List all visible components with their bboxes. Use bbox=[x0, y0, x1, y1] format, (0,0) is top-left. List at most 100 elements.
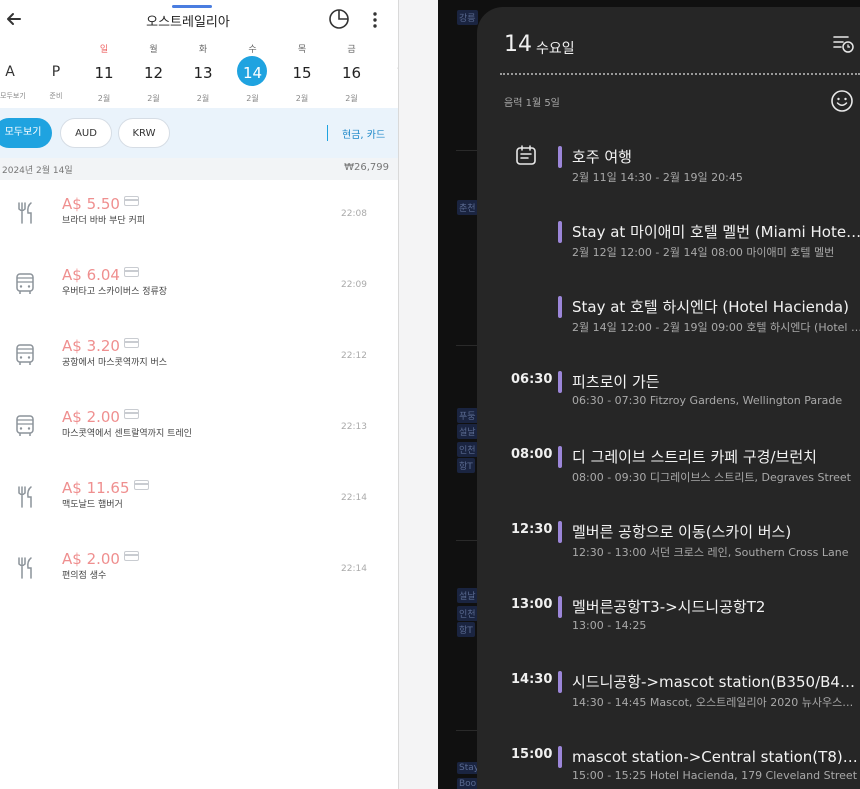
fork-knife-icon bbox=[18, 486, 32, 508]
event-time: 12:30 bbox=[511, 522, 553, 537]
event-item[interactable]: 14:30 시드니공항->mascot station(B350/B400) 14:… bbox=[477, 667, 860, 727]
expense-row[interactable]: A$ 6.04 우버타고 스카이버스 정류장 22:09 bbox=[0, 251, 398, 322]
weekday-label: 화 bbox=[198, 45, 208, 55]
day-12[interactable]: 월 12 2월 bbox=[134, 44, 174, 104]
credit-card-icon bbox=[123, 338, 139, 348]
event-subtitle: 2월 12일 12:00 - 2월 14일 08:00 마이애미 호텔 멜번 bbox=[572, 246, 835, 259]
smile-icon[interactable] bbox=[830, 89, 854, 113]
summary-total: ₩26,799 bbox=[344, 162, 389, 173]
event-item[interactable]: 13:00 멜버른공항T3->시드니공항T2 13:00 - 14:25 bbox=[477, 592, 860, 652]
bus-icon bbox=[16, 415, 34, 436]
event-title: Stay at 마이애미 호텔 멜번 (Miami Hotel Melbourn… bbox=[572, 223, 860, 241]
day-number: 13 bbox=[193, 64, 213, 82]
list-clock-icon[interactable] bbox=[832, 32, 854, 54]
event-item[interactable]: Stay at 마이애미 호텔 멜번 (Miami Hotel Melbourn… bbox=[477, 217, 860, 277]
top-bar: 오스트레일리아 bbox=[0, 8, 398, 34]
event-title: 디 그레이브 스트리트 카페 구경/브런치 bbox=[572, 448, 817, 466]
pie-chart-icon[interactable] bbox=[328, 8, 350, 30]
filter-all-chip[interactable]: 모두보기 bbox=[0, 118, 52, 148]
event-color-bar bbox=[558, 221, 562, 243]
payment-filter[interactable]: 현금, 카드 bbox=[342, 126, 385, 141]
event-color-bar bbox=[558, 446, 562, 468]
expense-amount: A$ 2.00 bbox=[62, 550, 139, 568]
event-item[interactable]: 08:00 디 그레이브 스트리트 카페 구경/브런치 08:00 - 09:30 … bbox=[477, 442, 860, 502]
weekday-label: 일 bbox=[99, 45, 109, 55]
day-16[interactable]: 금 16 2월 bbox=[332, 44, 372, 104]
month-label: 2월 bbox=[295, 94, 309, 103]
event-title: 피츠로이 가든 bbox=[572, 373, 660, 391]
day-14[interactable]: 수 14 2월 bbox=[233, 44, 273, 104]
weekday-label: 금 bbox=[347, 45, 356, 55]
more-vertical-icon[interactable] bbox=[368, 10, 382, 30]
day-1[interactable]: 12 bbox=[381, 44, 398, 102]
event-title: 시드니공항->mascot station(B350/B400) bbox=[572, 673, 860, 691]
amount-text: A$ 11.65 bbox=[62, 479, 130, 497]
day-11[interactable]: 일 11 2월 bbox=[84, 44, 124, 104]
daily-summary: 2024년 2월 14일 ₩26,799 bbox=[0, 158, 398, 180]
mini-day-sub: 준비 bbox=[49, 92, 63, 100]
screen-root: 오스트레일리아 A 모두보기 P 준비 일 11 2월 월 12 2월 화 13 2월 수 14 2월… bbox=[0, 0, 860, 789]
day-number: 1 bbox=[381, 59, 398, 87]
fork-knife-icon bbox=[18, 202, 32, 224]
calendar-icon bbox=[516, 145, 536, 165]
expense-amount: A$ 2.00 bbox=[62, 408, 139, 426]
expense-row[interactable]: A$ 3.20 공항에서 마스콧역까지 버스 22:12 bbox=[0, 322, 398, 393]
expense-description: 브라더 바바 부단 커피 bbox=[62, 216, 146, 226]
event-color-bar bbox=[558, 671, 562, 693]
event-item[interactable]: 15:00 mascot station->Central station(T8)… bbox=[477, 742, 860, 789]
amount-text: A$ 3.20 bbox=[62, 337, 120, 355]
filter-aud-chip[interactable]: AUD bbox=[60, 118, 112, 148]
expense-row[interactable]: A$ 5.50 브라더 바바 부단 커피 22:08 bbox=[0, 180, 398, 251]
filter-krw-chip[interactable]: KRW bbox=[118, 118, 170, 148]
day-number: 15 bbox=[292, 64, 312, 82]
split-divider bbox=[398, 0, 438, 789]
background-event-tag: Boo bbox=[457, 778, 479, 789]
expense-row[interactable]: A$ 2.00 편의점 생수 22:14 bbox=[0, 535, 398, 606]
event-title: 멜버른공항T3->시드니공항T2 bbox=[572, 598, 766, 616]
mini-day-sub: 모두보기 bbox=[0, 92, 26, 100]
bus-icon bbox=[16, 273, 34, 294]
event-time: 15:00 bbox=[511, 747, 553, 762]
event-item[interactable]: 호주 여행 2월 11일 14:30 - 2월 19일 20:45 bbox=[477, 142, 860, 202]
expense-row[interactable]: A$ 2.00 마스콧역에서 센트랄역까지 트레인 22:13 bbox=[0, 393, 398, 464]
day-name: 수요일 bbox=[536, 41, 575, 57]
day-13[interactable]: 화 13 2월 bbox=[183, 44, 223, 104]
event-title: 호주 여행 bbox=[572, 148, 632, 166]
day-15[interactable]: 목 15 2월 bbox=[282, 44, 322, 104]
expense-time: 22:12 bbox=[341, 351, 367, 361]
event-color-bar bbox=[558, 296, 562, 318]
event-subtitle: 14:30 - 14:45 Mascot, 오스트레일리아 2020 뉴사우스웨… bbox=[572, 696, 860, 709]
event-subtitle: 08:00 - 09:30 디그레이브스 스트리트, Degraves Stre… bbox=[572, 471, 851, 484]
event-item[interactable]: Stay at 호텔 하시엔다 (Hotel Hacienda) 2월 14일 1… bbox=[477, 292, 860, 352]
day-number: 16 bbox=[341, 64, 362, 82]
background-event-tag: 설날 bbox=[457, 424, 478, 439]
mini-day-prep[interactable]: P 준비 bbox=[46, 61, 66, 101]
mini-day-all[interactable]: A 모두보기 bbox=[0, 61, 26, 101]
background-event-tag: 항T bbox=[457, 622, 475, 637]
event-title: 멜버른 공항으로 이동(스카이 버스) bbox=[572, 523, 792, 541]
amount-text: A$ 2.00 bbox=[62, 550, 120, 568]
expense-time: 22:09 bbox=[341, 280, 367, 290]
bus-icon bbox=[16, 344, 34, 365]
month-label: 2월 bbox=[345, 94, 358, 103]
credit-card-icon bbox=[123, 267, 139, 277]
amount-text: A$ 6.04 bbox=[62, 266, 120, 284]
background-event-tag: 인천 bbox=[457, 606, 478, 621]
event-time: 13:00 bbox=[511, 597, 553, 612]
summary-date: 2024년 2월 14일 bbox=[2, 166, 73, 176]
expense-description: 공항에서 마스콧역까지 버스 bbox=[62, 358, 168, 368]
expense-row[interactable]: A$ 11.65 맥도날드 햄버거 22:14 bbox=[0, 464, 398, 535]
background-event-tag: 강릉 bbox=[457, 10, 478, 25]
event-item[interactable]: 06:30 피츠로이 가든 06:30 - 07:30 Fitzroy Garden… bbox=[477, 367, 860, 427]
amount-text: A$ 5.50 bbox=[62, 195, 120, 213]
expense-screen: 오스트레일리아 A 모두보기 P 준비 일 11 2월 월 12 2월 화 13 2월 수 14 2월… bbox=[0, 0, 398, 789]
expense-amount: A$ 3.20 bbox=[62, 337, 139, 355]
event-color-bar bbox=[558, 371, 562, 393]
credit-card-icon bbox=[123, 551, 139, 561]
background-event-tag: 설날 bbox=[457, 588, 478, 603]
background-event-tag: 인천 bbox=[457, 442, 478, 457]
weekday-label: 수 bbox=[248, 45, 257, 55]
event-title: mascot station->Central station(T8) 트레인 bbox=[572, 748, 860, 766]
event-item[interactable]: 12:30 멜버른 공항으로 이동(스카이 버스) 12:30 - 13:00 서던… bbox=[477, 517, 860, 577]
event-subtitle: 15:00 - 15:25 Hotel Hacienda, 179 Clevel… bbox=[572, 769, 858, 782]
